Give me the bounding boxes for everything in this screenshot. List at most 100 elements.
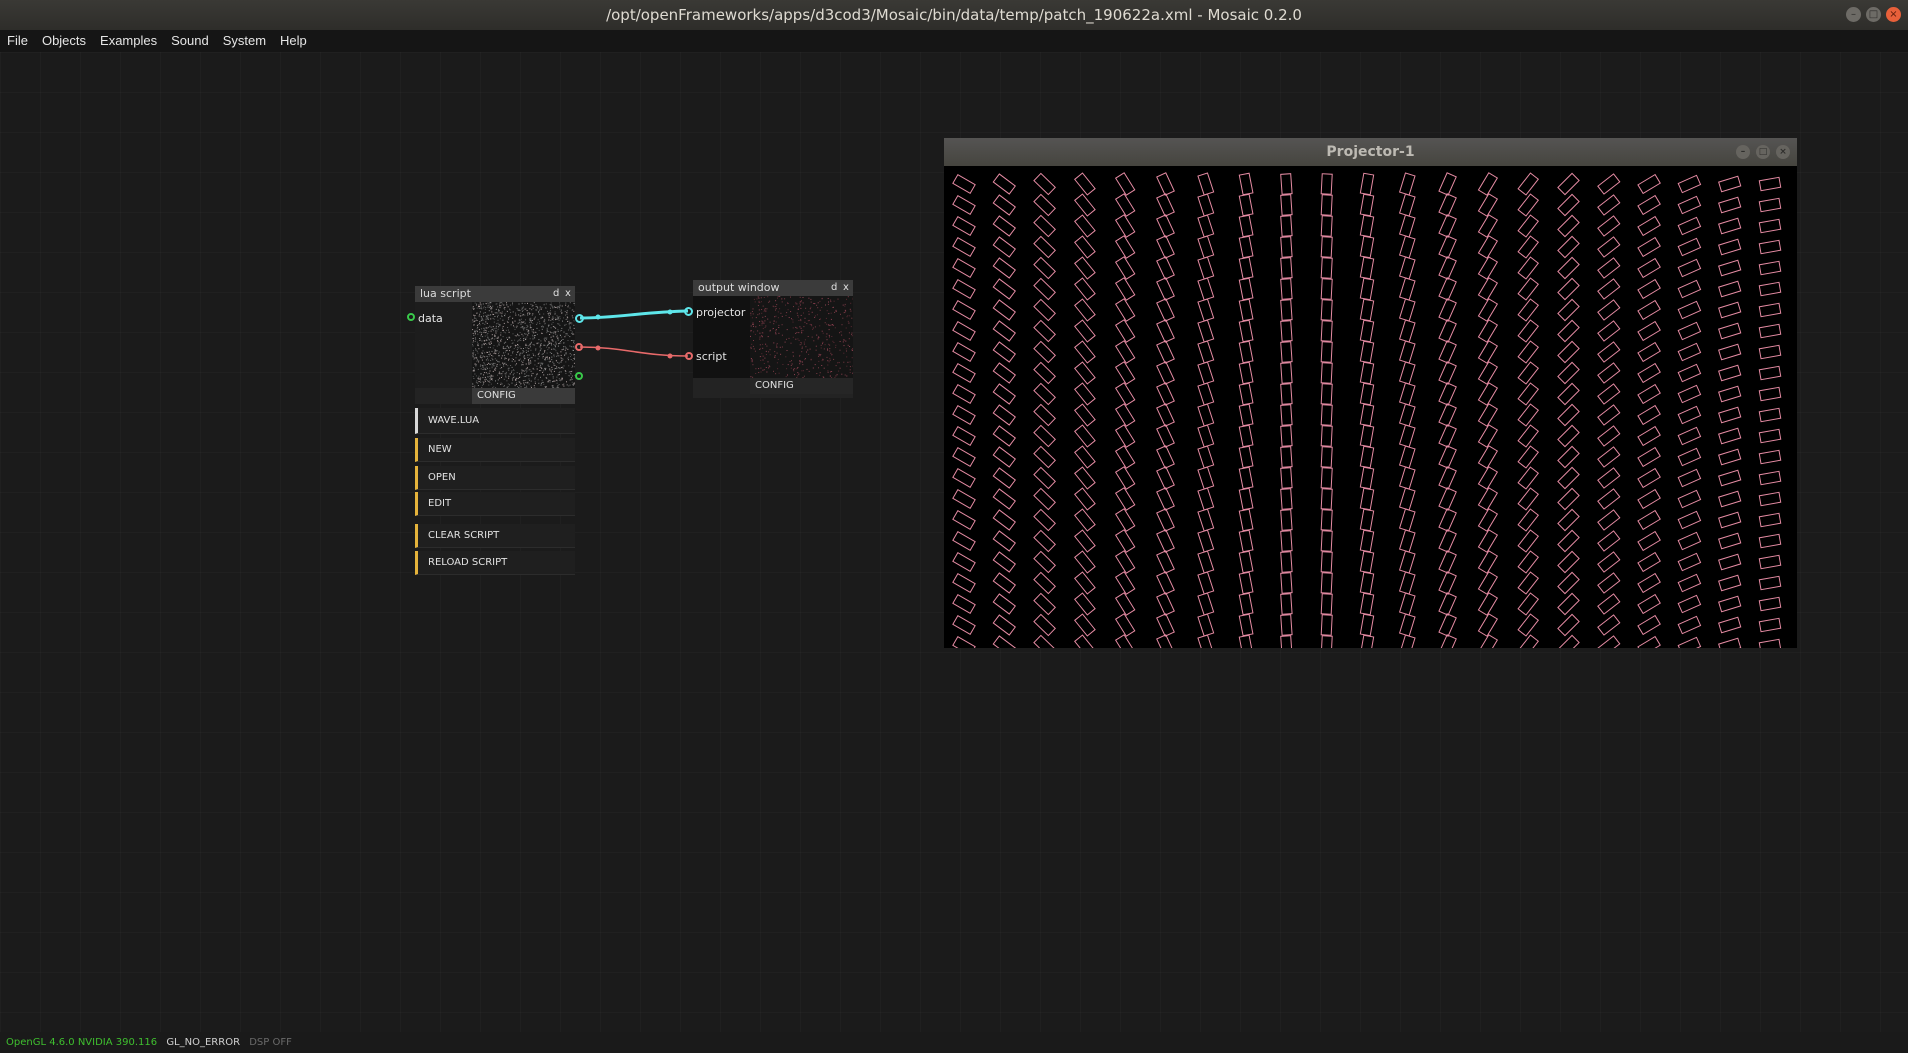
projector-rect — [952, 446, 976, 468]
projector-rect — [1156, 340, 1175, 364]
projector-rect — [1074, 487, 1096, 511]
lua-clear-script-button[interactable]: CLEAR SCRIPT — [415, 524, 575, 548]
output-config-button[interactable]: CONFIG — [750, 378, 853, 394]
lua-outlet-pin-1[interactable] — [575, 314, 584, 323]
projector-rect — [1156, 193, 1175, 217]
lua-filename[interactable]: WAVE.LUA — [415, 408, 575, 434]
output-node-header[interactable]: output window d x — [693, 280, 853, 296]
lua-node-header[interactable]: lua script d x — [415, 286, 575, 302]
projector-rect — [992, 509, 1016, 531]
projector-rect — [1597, 635, 1621, 648]
lua-reload-script-button[interactable]: RELOAD SCRIPT — [415, 551, 575, 575]
projector-rect — [1758, 554, 1782, 570]
projector-rect — [1114, 403, 1136, 427]
projector-rect — [1677, 279, 1702, 299]
cable-script-handle-2[interactable] — [667, 353, 673, 359]
lua-script-node[interactable]: lua script d x data CONFIG — [415, 286, 575, 404]
projector-rect — [1197, 634, 1215, 648]
projector-rect — [952, 593, 976, 615]
projector-rect — [952, 383, 976, 405]
projector-rect — [1359, 424, 1375, 448]
lua-config-button[interactable]: CONFIG — [472, 388, 575, 404]
projector-rect — [1597, 509, 1621, 531]
projector-rect — [952, 362, 976, 384]
projector-close-icon[interactable]: × — [1776, 145, 1790, 159]
projector-rect — [1156, 256, 1175, 280]
output-node-title: output window — [698, 281, 780, 294]
projector-rect — [1320, 341, 1333, 363]
projector-rect — [952, 509, 976, 531]
projector-rect — [1280, 593, 1293, 615]
projector-rect — [952, 572, 976, 594]
projector-rect — [1557, 466, 1580, 490]
projector-rect — [1238, 403, 1254, 427]
projector-rect — [1074, 361, 1096, 385]
output-inlet-pin-script[interactable] — [685, 352, 693, 360]
projector-rect — [1557, 613, 1580, 637]
lua-edit-button[interactable]: EDIT — [415, 492, 575, 516]
projector-rect — [1398, 571, 1416, 595]
output-inlet-pin-projector[interactable] — [684, 307, 693, 316]
projector-window[interactable]: Projector-1 – □ × — [944, 138, 1797, 648]
projector-rect — [1320, 530, 1333, 552]
lua-node-close-button[interactable]: x — [565, 286, 571, 302]
status-bar: OpenGL 4.6.0 NVIDIA 390.116 GL_NO_ERROR … — [0, 1036, 292, 1050]
projector-rect — [1074, 445, 1096, 469]
cable-script-handle-1[interactable] — [595, 345, 601, 351]
projector-minimize-icon[interactable]: – — [1736, 145, 1750, 159]
projector-rect — [1517, 466, 1539, 490]
projector-rect — [1398, 340, 1416, 364]
lua-outlet-pin-3[interactable] — [575, 372, 583, 380]
projector-rect — [1597, 530, 1621, 552]
projector-rect — [1718, 427, 1742, 445]
projector-rect — [1114, 445, 1136, 469]
projector-rect — [1359, 361, 1375, 385]
output-window-node[interactable]: output window d x projector script CONFI… — [693, 280, 853, 398]
projector-rect — [1238, 298, 1254, 322]
projector-rect — [1033, 256, 1056, 280]
output-node-close-button[interactable]: x — [843, 280, 849, 296]
projector-rect — [1238, 382, 1254, 406]
projector-rect — [1074, 613, 1096, 637]
projector-rect — [1280, 509, 1293, 531]
projector-rect — [1074, 508, 1096, 532]
projector-rect — [1156, 445, 1175, 469]
projector-rect — [1597, 593, 1621, 615]
projector-rect — [1114, 193, 1136, 217]
cable-projector-handle-1[interactable] — [595, 314, 601, 320]
projector-rect — [1359, 172, 1375, 196]
projector-rect — [1359, 277, 1375, 301]
lua-open-button[interactable]: OPEN — [415, 466, 575, 490]
projector-rect — [1238, 361, 1254, 385]
projector-rect — [1156, 277, 1175, 301]
projector-rect — [1637, 236, 1661, 258]
output-node-d-button[interactable]: d — [831, 280, 837, 296]
projector-rect — [1718, 469, 1742, 487]
projector-rect — [1114, 298, 1136, 322]
projector-title-bar[interactable]: Projector-1 – □ × — [944, 138, 1797, 166]
projector-rect — [1238, 277, 1254, 301]
projector-rect — [1758, 365, 1782, 381]
projector-rect — [1758, 302, 1782, 318]
lua-outlet-pin-2[interactable] — [575, 343, 583, 351]
projector-rect — [1398, 298, 1416, 322]
projector-rect — [1074, 466, 1096, 490]
projector-rect — [1197, 592, 1215, 616]
projector-rect — [1280, 551, 1293, 573]
cable-projector-handle-2[interactable] — [667, 309, 673, 315]
lua-node-d-button[interactable]: d — [553, 286, 559, 302]
projector-rect — [1477, 592, 1499, 616]
lua-new-button[interactable]: NEW — [415, 438, 575, 462]
projector-rect — [1438, 487, 1457, 511]
projector-maximize-icon[interactable]: □ — [1756, 145, 1770, 159]
projector-rect — [1033, 193, 1056, 217]
projector-rect — [1197, 214, 1215, 238]
projector-rect — [992, 467, 1016, 489]
projector-rect — [1114, 550, 1136, 574]
projector-rect — [1320, 215, 1333, 237]
projector-rect — [1758, 491, 1782, 507]
projector-rect — [1557, 550, 1580, 574]
projector-rect — [1114, 613, 1136, 637]
lua-inlet-pin[interactable] — [407, 313, 415, 321]
projector-rect — [1477, 613, 1499, 637]
